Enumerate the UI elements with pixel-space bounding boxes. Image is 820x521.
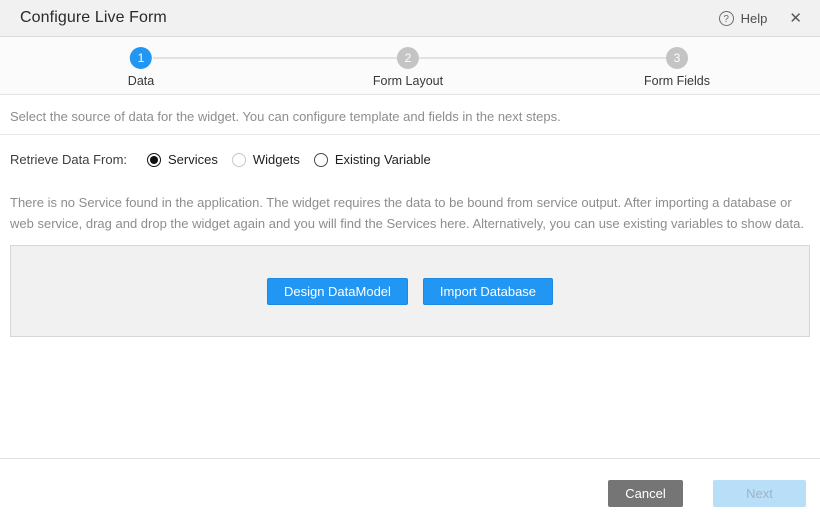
intro-text: Select the source of data for the widget… — [0, 95, 820, 135]
radio-widgets[interactable]: Widgets — [232, 152, 300, 167]
no-service-message: There is no Service found in the applica… — [10, 192, 810, 234]
step-number-badge: 1 — [130, 47, 152, 69]
cancel-button[interactable]: Cancel — [608, 480, 683, 507]
radio-icon — [232, 153, 246, 167]
step-label: Form Fields — [644, 74, 710, 88]
radio-label: Services — [168, 152, 218, 167]
retrieve-data-row: Retrieve Data From: Services Widgets Exi… — [0, 135, 820, 167]
close-icon[interactable]: ✕ — [789, 11, 802, 26]
radio-icon — [147, 153, 161, 167]
retrieve-data-label: Retrieve Data From: — [10, 152, 147, 167]
dialog-footer: Cancel Next — [0, 458, 820, 521]
import-database-button[interactable]: Import Database — [423, 278, 553, 305]
next-button[interactable]: Next — [713, 480, 806, 507]
radio-existing-variable[interactable]: Existing Variable — [314, 152, 431, 167]
step-number-badge: 3 — [666, 47, 688, 69]
radio-label: Widgets — [253, 152, 300, 167]
design-datamodel-button[interactable]: Design DataModel — [267, 278, 408, 305]
header-actions: ? Help ✕ — [719, 11, 802, 26]
step-form-fields[interactable]: 3 Form Fields — [644, 47, 710, 88]
radio-services[interactable]: Services — [147, 152, 218, 167]
help-icon[interactable]: ? — [719, 11, 734, 26]
service-empty-panel: Design DataModel Import Database — [10, 245, 810, 337]
step-connector — [419, 57, 666, 59]
dialog-title: Configure Live Form — [20, 9, 167, 27]
help-link[interactable]: Help — [741, 11, 768, 26]
dialog-header: Configure Live Form ? Help ✕ — [0, 0, 820, 37]
radio-icon — [314, 153, 328, 167]
step-data[interactable]: 1 Data — [128, 47, 154, 88]
step-label: Form Layout — [373, 74, 443, 88]
step-label: Data — [128, 74, 154, 88]
wizard-stepper: 1 Data 2 Form Layout 3 Form Fields — [0, 37, 820, 95]
step-connector — [153, 57, 397, 59]
step-number-badge: 2 — [397, 47, 419, 69]
radio-label: Existing Variable — [335, 152, 431, 167]
step-form-layout[interactable]: 2 Form Layout — [373, 47, 443, 88]
